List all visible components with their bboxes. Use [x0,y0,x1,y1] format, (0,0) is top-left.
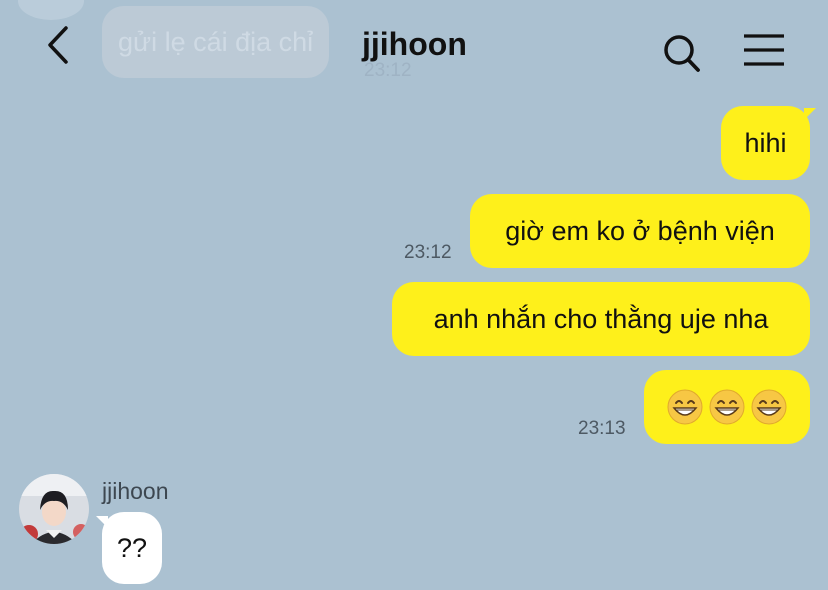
ghost-avatar [18,0,84,20]
avatar-image [19,474,89,544]
message-time: 23:13 [578,418,626,439]
bubble-tail [804,108,816,120]
search-icon [664,35,700,72]
outgoing-message[interactable]: hihi [721,106,810,180]
back-button[interactable] [40,22,80,68]
ghost-message: gửi lẹ cái địa chỉ [102,6,330,78]
hamburger-menu-icon [744,34,784,66]
menu-button[interactable] [742,32,786,68]
message-time: 23:12 [404,242,452,263]
outgoing-message[interactable]: giờ em ko ở bệnh viện [470,194,810,268]
grinning-face-emoji-icon [667,389,703,425]
avatar[interactable] [19,474,89,544]
emoji-message[interactable] [644,370,810,444]
outgoing-message[interactable]: anh nhắn cho thằng uje nha [392,282,810,356]
search-button[interactable] [660,32,704,76]
grinning-face-emoji-icon [751,389,787,425]
chevron-left-icon [48,26,68,64]
grinning-face-emoji-icon [709,389,745,425]
chat-title[interactable]: jjihoon [362,26,467,63]
ghost-time: 23:12 [364,60,412,81]
chat-header: gửi lẹ cái địa chỉ 23:12 jjihoon [0,0,828,90]
sender-name: jjihoon [102,478,169,504]
incoming-message[interactable]: ?? [102,512,162,584]
